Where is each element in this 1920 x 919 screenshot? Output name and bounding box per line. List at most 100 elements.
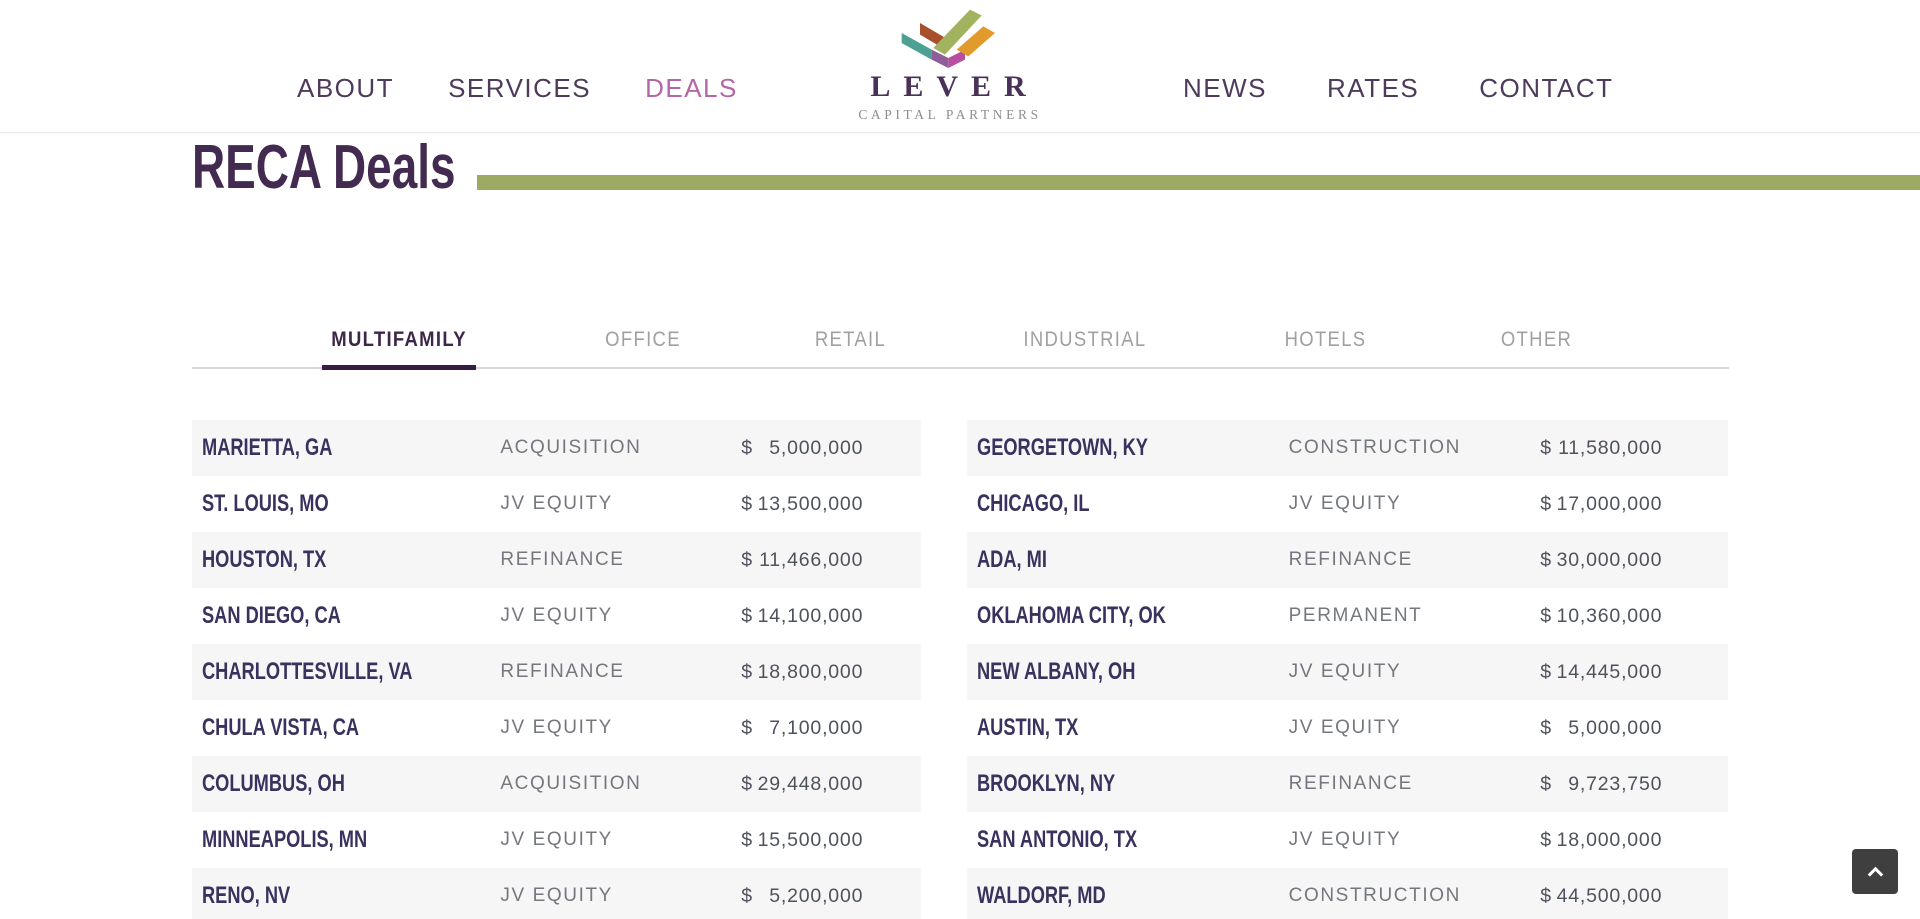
nav-item-rates[interactable]: RATES [1327,73,1419,104]
deal-amount: $30,000,000 [1540,549,1662,572]
deal-type: CONSTRUCTION [1289,437,1541,459]
tab-retail[interactable]: RETAIL [810,328,891,367]
deal-type: JV EQUITY [500,829,741,851]
deal-type: REFINANCE [500,661,741,683]
deal-amount: $9,723,750 [1540,773,1662,796]
currency-symbol: $ [1540,885,1552,908]
table-row: BROOKLYN, NYREFINANCE$9,723,750 [967,756,1728,812]
nav-item-services[interactable]: SERVICES [448,73,591,104]
currency-symbol: $ [1540,773,1552,796]
currency-symbol: $ [1540,493,1552,516]
amount-value: 14,100,000 [758,605,864,628]
deal-city: RENO, NV [202,882,429,910]
deals-table-right: GEORGETOWN, KY CONSTRUCTION$11,580,000 CHI… [967,420,1728,919]
deal-type: REFINANCE [1289,549,1541,571]
site-header: ABOUT SERVICES DEALS LEVER CAPITAL PARTN… [0,0,1920,133]
deal-city: NEW ALBANY, OH [977,658,1214,686]
deal-city: CHULA VISTA, CA [202,714,429,742]
deal-amount: $15,500,000 [741,829,863,852]
deal-type: ACQUISITION [500,437,741,459]
deal-type: PERMANENT [1289,605,1541,627]
currency-symbol: $ [1540,549,1552,572]
table-row: SAN ANTONIO, TXJV EQUITY$18,000,000 [967,812,1728,868]
deal-amount: $11,466,000 [741,549,863,572]
table-row: AUSTIN, TXJV EQUITY$5,000,000 [967,700,1728,756]
table-row: COLUMBUS, OHACQUISITION$29,448,000 [192,756,921,812]
amount-value: 13,500,000 [758,493,864,516]
brand-name: LEVER [854,70,1041,104]
table-row: MINNEAPOLIS, MNJV EQUITY$15,500,000 [192,812,921,868]
tab-label: RETAIL [815,328,886,352]
amount-value: 5,000,000 [1568,717,1662,740]
currency-symbol: $ [1540,605,1552,628]
deal-amount: $13,500,000 [741,493,863,516]
amount-value: 5,000,000 [769,437,863,460]
table-row: WALDORF, MDCONSTRUCTION$44,500,000 [967,868,1728,919]
deal-type: JV EQUITY [500,717,741,739]
nav-item-about[interactable]: ABOUT [297,73,394,104]
nav-item-deals[interactable]: DEALS [645,73,738,104]
table-row: CHICAGO, ILJV EQUITY$17,000,000 [967,476,1728,532]
deal-city: CHARLOTTESVILLE, VA [202,658,429,686]
tab-label: INDUSTRIAL [1023,328,1146,352]
tab-hotels[interactable]: HOTELS [1279,328,1372,367]
deal-amount: $7,100,000 [741,717,863,740]
deal-type: JV EQUITY [500,605,741,627]
currency-symbol: $ [741,829,753,852]
deal-city: GEORGETOWN, KY [977,434,1214,462]
nav-item-news[interactable]: NEWS [1183,73,1267,104]
currency-symbol: $ [1540,661,1552,684]
currency-symbol: $ [741,437,753,460]
deal-amount: $18,000,000 [1540,829,1662,852]
scroll-to-top-button[interactable] [1852,849,1898,894]
deals-table-left: MARIETTA, GAACQUISITION$5,000,000ST. LOU… [192,420,921,919]
amount-value: 7,100,000 [769,717,863,740]
amount-value: 18,800,000 [758,661,864,684]
table-row: HOUSTON, TXREFINANCE$11,466,000 [192,532,921,588]
deal-amount: $5,200,000 [741,885,863,908]
deal-type: JV EQUITY [500,493,741,515]
tab-office[interactable]: OFFICE [600,328,686,367]
deal-amount: $14,100,000 [741,605,863,628]
table-row: RENO, NVJV EQUITY$5,200,000 [192,868,921,919]
title-accent-bar [477,175,1920,190]
nav-item-contact[interactable]: CONTACT [1479,73,1613,104]
deal-city: OKLAHOMA CITY, OK [977,602,1214,630]
deal-city: ADA, MI [977,546,1214,574]
table-row: GEORGETOWN, KY CONSTRUCTION$11,580,000 [967,420,1728,476]
table-row: OKLAHOMA CITY, OKPERMANENT$10,360,000 [967,588,1728,644]
currency-symbol: $ [1540,829,1552,852]
amount-value: 11,466,000 [759,549,863,572]
currency-symbol: $ [741,493,753,516]
currency-symbol: $ [741,773,753,796]
deal-amount: $11,580,000 [1540,437,1662,460]
deal-type: REFINANCE [500,549,741,571]
currency-symbol: $ [741,885,753,908]
deal-city: WALDORF, MD [977,882,1214,910]
tab-multifamily[interactable]: MULTIFAMILY [322,328,476,370]
deal-type: JV EQUITY [1289,493,1541,515]
tab-label: MULTIFAMILY [331,328,467,352]
deal-city: ST. LOUIS, MO [202,490,429,518]
table-row: SAN DIEGO, CAJV EQUITY$14,100,000 [192,588,921,644]
table-row: CHULA VISTA, CA JV EQUITY$7,100,000 [192,700,921,756]
tab-industrial[interactable]: INDUSTRIAL [1015,328,1155,367]
currency-symbol: $ [741,661,753,684]
brand-logo[interactable]: LEVER CAPITAL PARTNERS [854,8,1041,123]
amount-value: 5,200,000 [769,885,863,908]
amount-value: 14,445,000 [1557,661,1663,684]
deal-type: ACQUISITION [500,773,741,795]
amount-value: 44,500,000 [1557,885,1663,908]
tab-label: OTHER [1501,328,1572,352]
currency-symbol: $ [1540,717,1552,740]
table-row: ADA, MI REFINANCE$30,000,000 [967,532,1728,588]
deal-amount: $5,000,000 [741,437,863,460]
deal-amount: $5,000,000 [1540,717,1662,740]
deal-type: JV EQUITY [1289,829,1541,851]
deal-amount: $14,445,000 [1540,661,1662,684]
deal-amount: $17,000,000 [1540,493,1662,516]
page: ABOUT SERVICES DEALS LEVER CAPITAL PARTN… [0,0,1920,919]
brand-tagline: CAPITAL PARTNERS [854,107,1041,123]
tab-other[interactable]: OTHER [1496,328,1577,367]
currency-symbol: $ [741,717,753,740]
